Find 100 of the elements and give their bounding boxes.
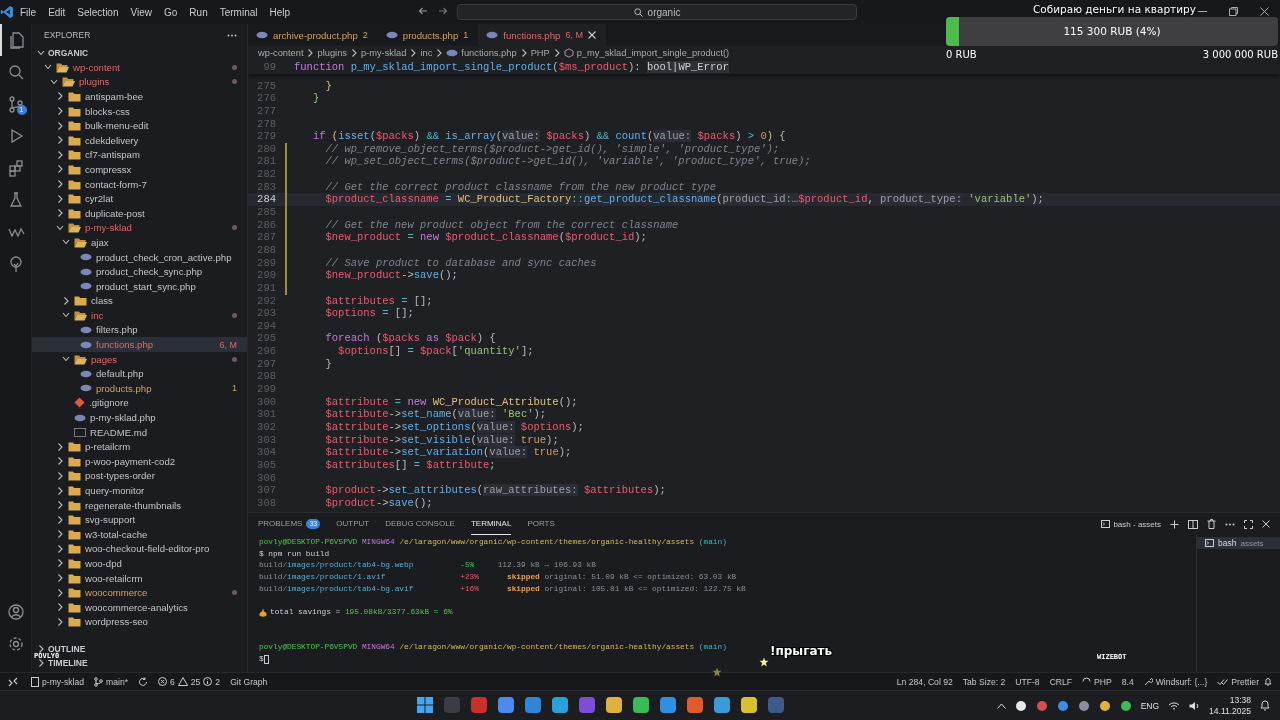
tab-size[interactable]: Tab Size: 2 xyxy=(957,676,1011,687)
breadcrumb-item[interactable]: inc xyxy=(420,48,433,58)
project-item[interactable]: p-my-sklad xyxy=(26,676,90,687)
tree-item[interactable]: .gitignore xyxy=(32,395,247,411)
editor-tab[interactable]: functions.php 6, M xyxy=(478,24,606,46)
menu-item[interactable]: View xyxy=(124,4,158,20)
tree-item[interactable]: post-types-order xyxy=(32,468,247,484)
close-icon[interactable] xyxy=(1262,520,1270,528)
bell-icon[interactable] xyxy=(1264,677,1272,686)
explorer-icon[interactable] xyxy=(7,31,26,49)
tree-item[interactable]: woo-dpd xyxy=(32,556,247,571)
app-icon[interactable] xyxy=(605,696,623,714)
menu-item[interactable]: File xyxy=(14,4,43,20)
back-arrow-icon[interactable] xyxy=(418,6,428,16)
tree-item[interactable]: products.php 1 xyxy=(32,381,247,396)
panel-tab[interactable]: PORTS xyxy=(527,513,555,535)
menu-item[interactable]: Terminal xyxy=(213,4,264,20)
terminal-list-item[interactable]: bash assets xyxy=(1197,537,1280,549)
forward-arrow-icon[interactable] xyxy=(438,6,448,16)
speaker-icon[interactable] xyxy=(1189,700,1201,711)
tree-item[interactable]: p-my-sklad.php xyxy=(32,410,247,425)
tree-item[interactable]: antispam-bee xyxy=(32,89,247,104)
encoding[interactable]: UTF-8 xyxy=(1010,676,1045,687)
app-icon[interactable] xyxy=(713,696,731,714)
php-version[interactable]: 8.4 xyxy=(1116,676,1139,687)
terminal-name[interactable]: bash - assets xyxy=(1113,519,1161,529)
breadcrumb-item[interactable]: p-my-sklad xyxy=(360,48,407,58)
extensions-icon[interactable] xyxy=(6,159,25,177)
breadcrumb-item[interactable]: plugins xyxy=(317,48,347,58)
app-icon[interactable] xyxy=(524,696,542,714)
tree-item[interactable]: query-monitor xyxy=(32,483,247,498)
language-indicator[interactable]: ENG xyxy=(1140,700,1160,711)
close-icon[interactable] xyxy=(587,31,596,39)
close-icon[interactable] xyxy=(1260,7,1269,16)
tree-item[interactable]: cdekdelivery xyxy=(32,132,247,148)
prettier-item[interactable]: Prettier xyxy=(1212,676,1264,687)
app-icon[interactable] xyxy=(497,696,515,714)
tree-item[interactable]: woocommerce xyxy=(32,585,247,600)
trash-icon[interactable] xyxy=(1207,519,1216,529)
source-control-icon[interactable] xyxy=(6,95,25,113)
tree-item[interactable]: functions.php 6, M xyxy=(32,337,247,352)
tray-icon[interactable] xyxy=(1119,699,1132,712)
tree-item[interactable]: compressx xyxy=(32,162,247,177)
app-icon[interactable] xyxy=(551,696,569,714)
breadcrumb-item[interactable]: p_my_sklad_import_single_product() xyxy=(576,48,730,58)
chevron-up-icon[interactable] xyxy=(996,702,1006,709)
tree-item[interactable]: filters.php xyxy=(32,322,247,338)
tree-item[interactable]: product_start_sync.php xyxy=(32,278,247,294)
tree-item[interactable]: contact-form-7 xyxy=(32,176,247,192)
menu-item[interactable]: Run xyxy=(183,4,214,20)
panel-tab[interactable]: DEBUG CONSOLE xyxy=(385,513,455,535)
editor-tab[interactable]: archive-product.php 2 xyxy=(248,24,378,46)
notification-bell-icon[interactable] xyxy=(1260,700,1270,711)
tree-item[interactable]: class xyxy=(32,293,247,309)
tree-item[interactable]: cf7-antispam xyxy=(32,147,247,163)
tree-item[interactable]: wordpress-seo xyxy=(32,614,247,630)
app-icon[interactable] xyxy=(659,696,677,714)
panel-tab[interactable]: OUTPUT xyxy=(336,513,370,535)
tree-item[interactable]: pages xyxy=(32,351,247,367)
tree-item[interactable]: plugins xyxy=(32,74,247,90)
tree-item[interactable]: svg-support xyxy=(32,512,247,527)
tree-item[interactable]: blocks-css xyxy=(32,103,247,119)
app-icon[interactable] xyxy=(686,696,704,714)
tree-item[interactable]: p-retailcrm xyxy=(32,439,247,455)
clock[interactable]: 13:38 14.11.2025 xyxy=(1209,694,1251,717)
git-graph-item[interactable]: Git Graph xyxy=(225,676,273,687)
line-ending[interactable]: CRLF xyxy=(1044,676,1078,687)
tree-item[interactable]: product_check_cron_active.php xyxy=(32,249,247,265)
tree-item[interactable]: w3-total-cache xyxy=(32,527,247,542)
breadcrumb-item[interactable]: wp-content xyxy=(258,48,304,58)
four-squares-icon[interactable] xyxy=(416,696,434,714)
problems-item[interactable]: 6 25 2 xyxy=(153,676,226,687)
tree-item[interactable]: regenerate-thumbnails xyxy=(32,497,247,513)
menu-item[interactable]: Edit xyxy=(42,4,72,20)
split-icon[interactable] xyxy=(1188,519,1198,529)
breadcrumb-item[interactable]: PHP xyxy=(530,48,550,58)
tray-icon[interactable] xyxy=(1014,699,1027,712)
tree-item[interactable]: p-woo-payment-cod2 xyxy=(32,454,247,469)
language-mode[interactable]: PHP xyxy=(1077,676,1117,687)
tree-item[interactable]: inc xyxy=(32,308,247,323)
account-icon[interactable] xyxy=(6,603,25,621)
section-header[interactable]: TIMELINE xyxy=(48,658,88,668)
menu-item[interactable]: Go xyxy=(158,4,184,20)
plus-icon[interactable] xyxy=(1170,519,1179,529)
tree-item[interactable]: woo-retailcrm xyxy=(32,570,247,586)
maximize-icon[interactable] xyxy=(1244,519,1253,529)
tree-item[interactable]: README.md xyxy=(32,424,247,440)
tree-item[interactable]: woo-checkout-field-editor-pro xyxy=(32,541,247,557)
tree-item[interactable]: bulk-menu-edit xyxy=(32,118,247,133)
more-icon[interactable] xyxy=(1225,522,1235,526)
wifi-icon[interactable] xyxy=(1168,700,1181,711)
panel-tab[interactable]: TERMINAL xyxy=(470,513,512,535)
tray-icon[interactable] xyxy=(1098,699,1111,712)
menu-item[interactable]: Help xyxy=(263,4,297,20)
restore-icon[interactable] xyxy=(1229,7,1238,16)
cursor-position[interactable]: Ln 284, Col 92 xyxy=(891,676,958,687)
tree-item[interactable]: default.php xyxy=(32,366,247,382)
tree-item[interactable]: wp-content xyxy=(32,60,247,75)
tree-item[interactable]: p-my-sklad xyxy=(32,220,247,236)
tree-item[interactable]: cyr2lat xyxy=(32,191,247,206)
